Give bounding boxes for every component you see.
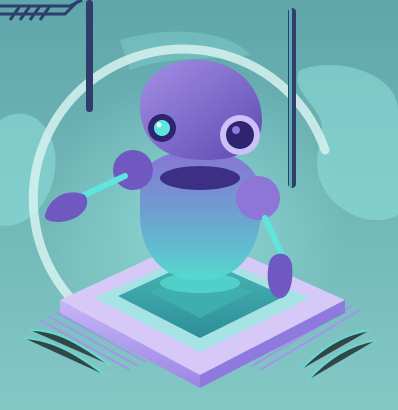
robot-right-hand — [267, 253, 293, 299]
left-vertical-bar — [86, 0, 93, 112]
robot-left-shoulder — [113, 150, 153, 190]
robot-on-chip-illustration — [0, 0, 398, 410]
illustration-scene — [0, 0, 398, 410]
robot-collar — [160, 166, 240, 190]
robot-right-shoulder — [236, 176, 280, 220]
